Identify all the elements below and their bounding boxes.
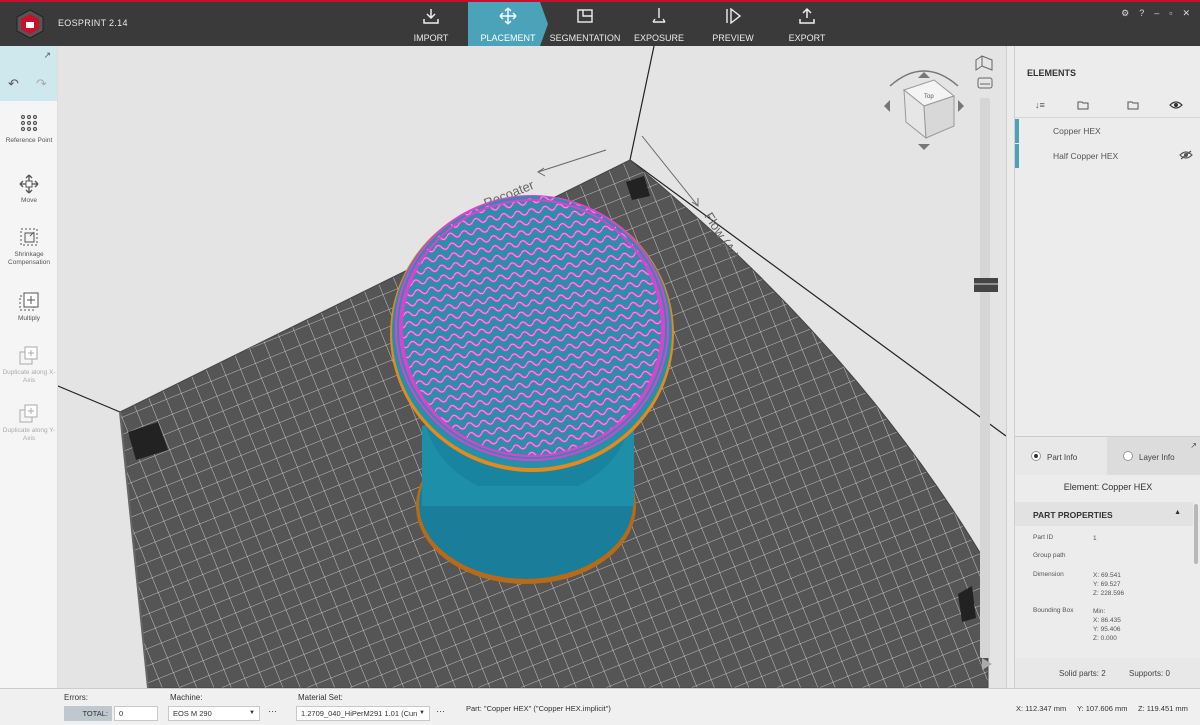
close-icon[interactable]: ✕ [1182, 8, 1190, 19]
tab-placement[interactable]: PLACEMENT [468, 2, 548, 46]
view-cube-face: Top [924, 94, 934, 100]
3d-viewport[interactable]: Recoater Flow (Ar) Top [58, 46, 1006, 688]
info-tabs: Part Info Layer Info ↗ [1015, 436, 1200, 475]
popout-icon[interactable]: ↗ [1190, 441, 1197, 450]
list-item[interactable]: Copper HEX [1015, 119, 1200, 143]
selection-bar [1015, 119, 1019, 143]
left-toolbar: ↗ ↶ ↷ Reference Point Move Shrinkage Com… [0, 46, 58, 688]
gyroid-lattice [402, 196, 662, 456]
folder-icon[interactable] [1077, 100, 1089, 110]
material-set-select[interactable]: 1.2709_040_HiPerM291 1.01 (Cun ▼ [296, 706, 430, 721]
window-controls: ⚙ ? – ▫ ✕ [1121, 8, 1190, 19]
solid-parts-count: Solid parts: 2 [1059, 669, 1106, 678]
panel-splitter[interactable] [1006, 46, 1014, 688]
part-info-radio[interactable] [1031, 451, 1041, 461]
list-item[interactable]: Half Copper HEX [1015, 144, 1200, 168]
duplicate-x-icon [19, 346, 38, 365]
tab-import[interactable]: IMPORT [394, 2, 468, 46]
segmentation-icon [577, 9, 593, 23]
elements-title: ELEMENTS [1027, 68, 1077, 78]
elements-toolbar: ↓≡ [1015, 96, 1200, 118]
machine-more-button[interactable]: ··· [268, 706, 277, 716]
cursor-y: Y: 107.606 mm [1077, 704, 1128, 713]
duplicate-y-button[interactable]: Duplicate along Y-Axis [0, 404, 58, 443]
part-counts: Solid parts: 2 Supports: 0 [1015, 658, 1200, 688]
hidden-eye-icon[interactable] [1179, 150, 1193, 160]
shrinkage-icon [20, 228, 38, 246]
material-more-button[interactable]: ··· [436, 706, 445, 716]
machine-select[interactable]: EOS M 290 ▼ [168, 706, 260, 721]
layer-slider-track[interactable] [980, 98, 990, 658]
upload-icon [799, 7, 815, 24]
settings-icon[interactable]: ⚙ [1121, 8, 1129, 19]
exposure-icon [652, 8, 666, 23]
main-nav: IMPORT PLACEMENT SEGMENTATION EXPOSURE P… [394, 2, 844, 46]
expand-icon[interactable]: ↗ [43, 50, 51, 61]
bounding-box-value: Min: X: 86.435 Y: 95.406 Z: 0.000 [1093, 608, 1121, 642]
restore-icon[interactable]: ▫ [1169, 8, 1172, 19]
shrinkage-compensation-button[interactable]: Shrinkage Compensation [0, 228, 58, 267]
part-properties-header[interactable]: PART PROPERTIES ▲ [1015, 502, 1193, 526]
view-cube[interactable]: Top [884, 70, 964, 150]
tab-exposure[interactable]: EXPOSURE [622, 2, 696, 46]
reference-point-button[interactable]: Reference Point [0, 114, 58, 145]
chevron-down-icon: ▼ [249, 710, 255, 716]
app-title: EOSPRINT 2.14 [58, 18, 128, 28]
eye-icon[interactable] [1169, 100, 1183, 110]
dimension-value: X: 69.541 Y: 69.527 Z: 228.596 [1093, 572, 1125, 597]
layer-info-radio[interactable] [1123, 451, 1133, 461]
tab-segmentation[interactable]: SEGMENTATION [548, 2, 622, 46]
chamber-edge-line-left [58, 385, 121, 413]
eos-logo [16, 9, 44, 39]
scrollbar[interactable] [1194, 504, 1198, 564]
move-arrows-icon [499, 7, 517, 25]
multiply-button[interactable]: Multiply [0, 292, 58, 323]
viewport-settings-icon[interactable] [977, 77, 993, 89]
tab-layer-info[interactable]: Layer Info ↗ [1107, 437, 1200, 475]
build-scene: Recoater Flow (Ar) Top [58, 46, 1006, 688]
cursor-x: X: 112.347 mm [1016, 704, 1067, 713]
tab-part-info[interactable]: Part Info [1015, 437, 1107, 475]
tab-preview[interactable]: PREVIEW [696, 2, 770, 46]
reference-point-icon [20, 114, 38, 132]
redo-icon[interactable]: ↷ [36, 76, 47, 92]
tab-export[interactable]: EXPORT [770, 2, 844, 46]
multiply-icon [19, 292, 39, 311]
right-panel: ELEMENTS ↓≡ Copper HEX Half Copper HEX P… [1014, 46, 1200, 688]
cursor-z: Z: 119.451 mm [1138, 704, 1188, 713]
duplicate-y-icon [19, 404, 38, 423]
new-folder-icon[interactable] [1127, 100, 1139, 110]
total-label: TOTAL: [64, 706, 112, 721]
minimize-icon[interactable]: – [1154, 8, 1159, 19]
undo-icon[interactable]: ↶ [8, 76, 19, 92]
move-icon [19, 174, 39, 194]
top-bar: EOSPRINT 2.14 IMPORT PLACEMENT SEGMENTAT… [0, 0, 1200, 46]
play-icon [726, 7, 742, 25]
collapse-icon[interactable]: ▲ [1174, 509, 1181, 516]
perspective-icon[interactable] [975, 55, 993, 71]
sort-icon[interactable]: ↓≡ [1035, 100, 1045, 110]
history-area: ↗ ↶ ↷ [0, 46, 57, 101]
part-id-value: 1 [1093, 535, 1097, 542]
help-icon[interactable]: ? [1139, 8, 1144, 19]
selection-bar [1015, 144, 1019, 168]
errors-total-field: 0 [114, 706, 158, 721]
status-bar: Errors: TOTAL: 0 Machine: EOS M 290 ▼ ··… [0, 688, 1200, 725]
layer-slider-handle[interactable] [974, 278, 998, 292]
download-icon [423, 9, 439, 24]
selected-part-text: Part: "Copper HEX" ("Copper HEX.implicit… [466, 704, 611, 713]
chevron-down-icon: ▼ [419, 707, 425, 720]
selected-element-name: Element: Copper HEX [1063, 482, 1153, 492]
move-button[interactable]: Move [0, 174, 58, 205]
duplicate-x-button[interactable]: Duplicate along X-Axis [0, 346, 58, 385]
supports-count: Supports: 0 [1129, 669, 1170, 678]
